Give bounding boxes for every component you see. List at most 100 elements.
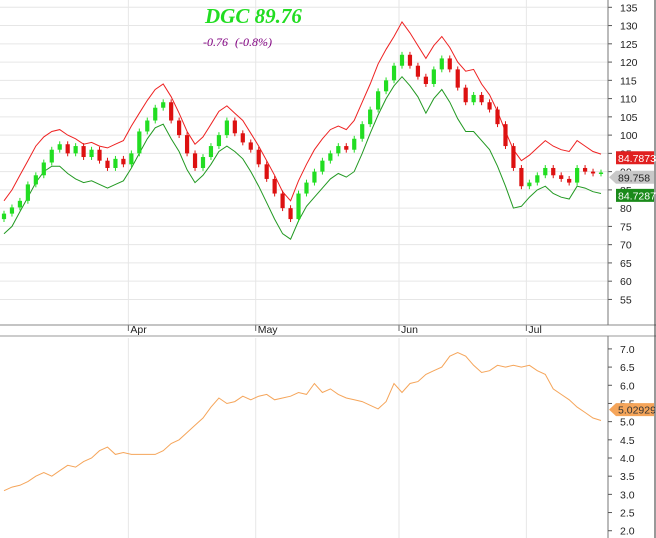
candle [73,146,78,154]
indicator-tick-label: 2.5 [620,508,635,520]
candle [256,149,261,165]
price-tick-label: 105 [620,112,638,124]
month-label: Jun [401,324,418,336]
candle [272,178,277,194]
candle [161,102,166,108]
indicator-tick-label: 4.5 [620,435,635,447]
candle [431,69,436,84]
price-tick-label: 55 [620,294,632,306]
candle [582,167,588,172]
indicator-tick-label: 3.5 [620,471,635,483]
candle [543,167,548,176]
price-tick-label: 80 [620,203,632,215]
price-tick-label: 135 [620,2,638,14]
candle [503,124,508,147]
candle [590,171,596,174]
price-tick-label: 120 [620,57,638,69]
price-tick-label: 130 [620,21,638,33]
candle [97,149,102,161]
candle [304,182,309,194]
price-tick-label: 75 [620,221,632,233]
candle [575,167,580,183]
candle [551,167,556,176]
candle [407,54,413,66]
candle [360,124,365,139]
candle [383,80,389,92]
candle [280,193,285,209]
candle [415,65,421,77]
candle [25,184,30,201]
change-percent: (-0.8%) [235,35,272,49]
indicator-line [3,351,602,492]
candle [399,54,405,66]
candle [352,138,357,150]
candle [368,109,373,125]
candle [240,133,245,143]
candle [423,76,428,84]
price-tick-label: 125 [620,39,638,51]
candle [527,182,532,187]
candle [121,158,126,165]
candle [9,207,15,214]
candle [511,146,516,168]
candle [559,175,564,179]
last-price-badge: 89.758 [618,172,650,184]
candle [296,193,301,220]
candle [200,157,206,168]
candle [312,171,317,183]
lower-band-badge: 84.7287 [618,190,656,202]
candle [216,135,222,147]
indicator-tick-label: 2.0 [620,526,635,538]
candle [113,158,118,168]
candle [248,142,253,150]
price-tick-label: 60 [620,276,632,288]
indicator-grid [127,338,527,538]
candle [232,120,237,134]
price-change: -0.76 (-0.8%) [203,35,276,50]
candle [137,131,142,154]
candle [89,149,94,158]
price-grid [0,0,608,325]
candle [208,146,214,158]
indicator-tick-label: 4.0 [620,453,635,465]
candle [471,94,476,103]
candle [169,102,174,121]
candle [264,164,269,179]
candle [192,153,198,168]
price-tick-label: 115 [620,75,637,87]
price-tick-label: 65 [620,258,632,270]
indicator-badge: 5.02929 [618,405,656,417]
month-label: May [258,324,279,336]
candle [49,149,54,163]
candle [598,172,604,175]
chart-canvas: 5560657075808590951001051101151201251301… [0,0,656,538]
candle [153,107,158,121]
candle [328,153,333,161]
candle [535,175,540,183]
candle [288,208,293,220]
candle [447,58,452,70]
candle [17,200,23,208]
candle [320,160,325,172]
indicator-tick-label: 3.0 [620,489,635,501]
indicator-tick-label: 7.0 [620,344,635,356]
price-tick-label: 110 [620,94,637,106]
candle [479,94,484,103]
candle [177,120,182,136]
candle [344,146,349,150]
month-label: Apr [130,324,147,336]
candle [224,120,229,136]
candle [391,65,397,81]
indicator-plot [3,351,602,492]
chart-title: DGC 89.76 [205,4,302,28]
candle [567,178,572,183]
upper-band-line [3,20,602,202]
candle [455,69,460,88]
candle [57,144,62,150]
candle [33,175,38,185]
indicator-tick-label: 5.0 [620,417,635,429]
candle [145,120,150,132]
indicator-tick-label: 6.5 [620,362,635,374]
price-plot [1,20,604,240]
month-label: Jul [528,324,541,336]
